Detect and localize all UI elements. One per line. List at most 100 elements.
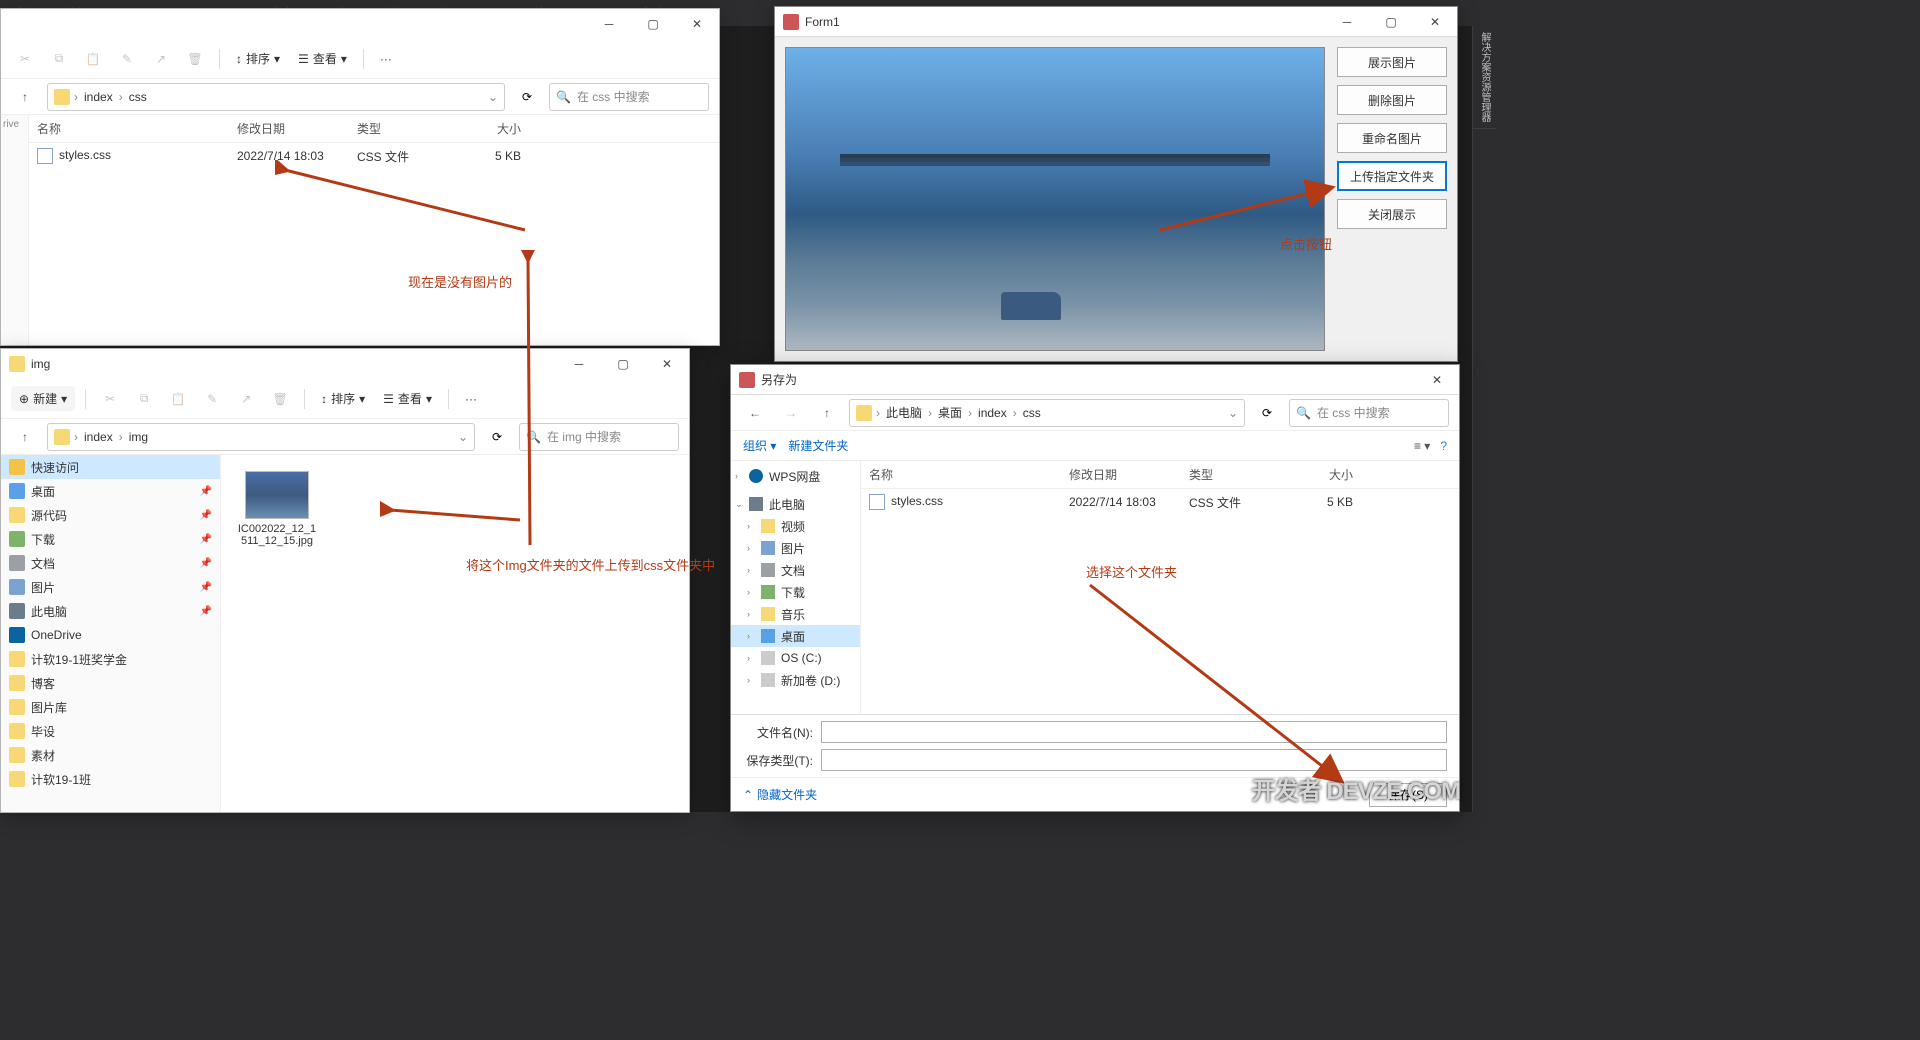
nav-downloads[interactable]: 下载📌 xyxy=(1,527,220,551)
share-icon[interactable]: ↗ xyxy=(232,385,260,413)
refresh-button[interactable]: ⟳ xyxy=(1253,399,1281,427)
tree-music[interactable]: ›音乐 xyxy=(731,603,860,625)
nav-pictures[interactable]: 图片📌 xyxy=(1,575,220,599)
nav-class[interactable]: 计软19-1班奖学金 xyxy=(1,647,220,671)
up-button[interactable]: ↑ xyxy=(11,423,39,451)
maximize-button[interactable]: ▢ xyxy=(1369,7,1413,37)
show-image-button[interactable]: 展示图片 xyxy=(1337,47,1447,77)
solution-explorer-tab[interactable]: 解决方案资源管理器 xyxy=(1473,26,1496,129)
breadcrumb[interactable]: img xyxy=(127,430,150,444)
nav-desktop[interactable]: 桌面📌 xyxy=(1,479,220,503)
delete-image-button[interactable]: 删除图片 xyxy=(1337,85,1447,115)
breadcrumb[interactable]: index xyxy=(82,90,115,104)
rename-image-button[interactable]: 重命名图片 xyxy=(1337,123,1447,153)
breadcrumb[interactable]: index xyxy=(976,406,1009,420)
nav-onedrive[interactable]: OneDrive xyxy=(1,623,220,647)
col-name[interactable]: 名称 xyxy=(29,120,229,137)
sort-button[interactable]: ↕ 排序 ▾ xyxy=(315,390,371,407)
col-type[interactable]: 类型 xyxy=(349,120,449,137)
col-date[interactable]: 修改日期 xyxy=(1061,466,1181,483)
file-row[interactable]: styles.css 2022/7/14 18:03 CSS 文件 5 KB xyxy=(861,489,1459,515)
cut-icon[interactable]: ✂ xyxy=(96,385,124,413)
close-button[interactable]: ✕ xyxy=(1413,7,1457,37)
tree-thispc[interactable]: ⌄此电脑 xyxy=(731,493,860,515)
minimize-button[interactable]: ─ xyxy=(587,9,631,39)
close-button[interactable]: ✕ xyxy=(645,349,689,379)
nav-piclib[interactable]: 图片库 xyxy=(1,695,220,719)
tree-desktop[interactable]: ›桌面 xyxy=(731,625,860,647)
tree-documents[interactable]: ›文档 xyxy=(731,559,860,581)
copy-icon[interactable]: ⧉ xyxy=(130,385,158,413)
more-button[interactable]: ··· xyxy=(374,52,398,66)
savetype-select[interactable] xyxy=(821,749,1447,771)
new-button[interactable]: ⊕ 新建 ▾ xyxy=(11,386,75,411)
search-input[interactable]: 🔍 在 css 中搜索 xyxy=(1289,399,1449,427)
sort-button[interactable]: ↕ 排序 ▾ xyxy=(230,50,286,67)
upload-folder-button[interactable]: 上传指定文件夹 xyxy=(1337,161,1447,191)
nav-class2[interactable]: 计软19-1班 xyxy=(1,767,220,791)
breadcrumb[interactable]: css xyxy=(1021,406,1043,420)
chevron-down-icon[interactable]: ⌄ xyxy=(488,90,498,104)
tree-drived[interactable]: ›新加卷 (D:) xyxy=(731,669,860,691)
address-bar[interactable]: › 此电脑 › 桌面 › index › css ⌄ xyxy=(849,399,1245,427)
close-display-button[interactable]: 关闭展示 xyxy=(1337,199,1447,229)
nav-material[interactable]: 素材 xyxy=(1,743,220,767)
minimize-button[interactable]: ─ xyxy=(1325,7,1369,37)
cut-icon[interactable]: ✂ xyxy=(11,45,39,73)
up-button[interactable]: ↑ xyxy=(813,399,841,427)
share-icon[interactable]: ↗ xyxy=(147,45,175,73)
address-bar[interactable]: › index › css ⌄ xyxy=(47,83,505,111)
chevron-down-icon[interactable]: ⌄ xyxy=(1228,406,1238,420)
col-size[interactable]: 大小 xyxy=(449,120,529,137)
tree-pictures[interactable]: ›图片 xyxy=(731,537,860,559)
maximize-button[interactable]: ▢ xyxy=(601,349,645,379)
breadcrumb[interactable]: css xyxy=(127,90,149,104)
view-button[interactable]: ☰ 查看 ▾ xyxy=(292,50,353,67)
refresh-button[interactable]: ⟳ xyxy=(483,423,511,451)
help-icon[interactable]: ? xyxy=(1440,439,1447,453)
search-input[interactable]: 🔍 在 css 中搜索 xyxy=(549,83,709,111)
tree-wps[interactable]: ›WPS网盘 xyxy=(731,465,860,487)
search-input[interactable]: 🔍 在 img 中搜索 xyxy=(519,423,679,451)
chevron-down-icon[interactable]: ⌄ xyxy=(458,430,468,444)
address-bar[interactable]: › index › img ⌄ xyxy=(47,423,475,451)
paste-icon[interactable]: 📋 xyxy=(164,385,192,413)
nav-documents[interactable]: 文档📌 xyxy=(1,551,220,575)
refresh-button[interactable]: ⟳ xyxy=(513,83,541,111)
new-folder-button[interactable]: 新建文件夹 xyxy=(788,437,848,454)
view-button[interactable]: ☰ 查看 ▾ xyxy=(377,390,438,407)
back-button[interactable]: ← xyxy=(741,399,769,427)
hide-folders-toggle[interactable]: ⌃隐藏文件夹 xyxy=(743,786,817,803)
paste-icon[interactable]: 📋 xyxy=(79,45,107,73)
organize-button[interactable]: 组织 ▾ xyxy=(743,437,776,454)
filename-input[interactable] xyxy=(821,721,1447,743)
nav-blog[interactable]: 博客 xyxy=(1,671,220,695)
close-button[interactable]: ✕ xyxy=(1415,365,1459,395)
image-file-item[interactable]: IC002022_12_1511_12_15.jpg xyxy=(237,471,317,547)
close-button[interactable]: ✕ xyxy=(675,9,719,39)
minimize-button[interactable]: ─ xyxy=(557,349,601,379)
nav-thispc[interactable]: 此电脑📌 xyxy=(1,599,220,623)
tree-videos[interactable]: ›视频 xyxy=(731,515,860,537)
more-button[interactable]: ··· xyxy=(459,392,483,406)
breadcrumb[interactable]: 桌面 xyxy=(936,404,964,421)
nav-quick-access[interactable]: 快速访问 xyxy=(1,455,220,479)
maximize-button[interactable]: ▢ xyxy=(631,9,675,39)
nav-thesis[interactable]: 毕设 xyxy=(1,719,220,743)
col-date[interactable]: 修改日期 xyxy=(229,120,349,137)
breadcrumb[interactable]: 此电脑 xyxy=(884,404,924,421)
forward-button[interactable]: → xyxy=(777,399,805,427)
rename-icon[interactable]: ✎ xyxy=(113,45,141,73)
nav-source[interactable]: 源代码📌 xyxy=(1,503,220,527)
rename-icon[interactable]: ✎ xyxy=(198,385,226,413)
delete-icon[interactable]: 🗑 xyxy=(181,45,209,73)
file-row[interactable]: styles.css 2022/7/14 18:03 CSS 文件 5 KB xyxy=(29,143,719,169)
copy-icon[interactable]: ⧉ xyxy=(45,45,73,73)
back-button[interactable]: ↑ xyxy=(11,83,39,111)
col-size[interactable]: 大小 xyxy=(1281,466,1361,483)
tree-downloads[interactable]: ›下载 xyxy=(731,581,860,603)
tree-osc[interactable]: ›OS (C:) xyxy=(731,647,860,669)
view-toggle-icon[interactable]: ≡ ▾ xyxy=(1414,439,1430,453)
breadcrumb[interactable]: index xyxy=(82,430,115,444)
delete-icon[interactable]: 🗑 xyxy=(266,385,294,413)
